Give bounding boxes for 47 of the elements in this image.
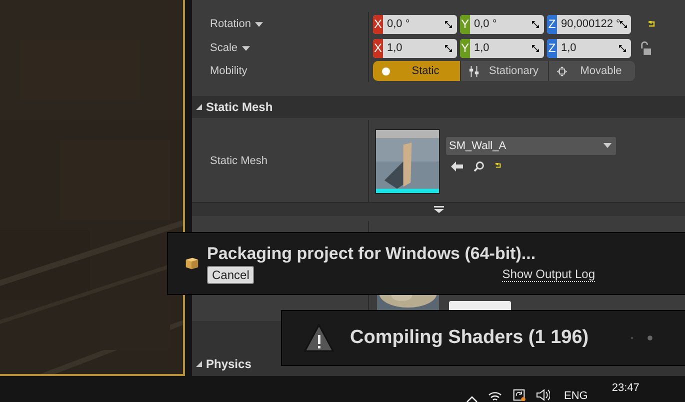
notification-title: Compiling Shaders (1 196) <box>350 327 589 349</box>
property-label: Mobility <box>210 65 248 77</box>
warning-icon <box>304 324 334 352</box>
move-icon <box>557 66 567 76</box>
resize-icon <box>619 44 626 52</box>
notification-title: Packaging project for Windows (64-bit)... <box>207 244 537 264</box>
resize-icon <box>445 44 452 52</box>
property-label: Static Mesh <box>210 155 268 167</box>
sync-icon[interactable] <box>512 389 526 401</box>
property-label[interactable]: Rotation <box>210 18 251 30</box>
resize-icon <box>620 20 628 28</box>
language-indicator[interactable]: ENG <box>564 390 588 402</box>
caret-icon <box>603 143 612 148</box>
expand-arrow-icon[interactable] <box>434 206 444 213</box>
collapse-icon[interactable] <box>196 361 202 367</box>
arrow-left-icon[interactable] <box>451 160 463 172</box>
section-title[interactable]: Static Mesh <box>206 100 273 114</box>
number-field[interactable]: X 1,0 <box>373 38 457 58</box>
reset-icon[interactable] <box>495 163 502 169</box>
cancel-button[interactable]: Cancel <box>207 266 254 284</box>
number-field[interactable]: Z 90,000122 ° <box>547 14 631 34</box>
lock-icon[interactable] <box>640 40 651 56</box>
number-field[interactable]: X 0,0 ° <box>373 14 457 34</box>
clock[interactable]: 23:47 <box>612 382 640 394</box>
box-icon <box>184 256 199 271</box>
throbber-icon <box>628 335 653 341</box>
number-field[interactable]: Z 1,0 <box>547 38 631 58</box>
slider-icon <box>469 66 479 76</box>
output-log-link[interactable]: Show Output Log <box>502 267 595 282</box>
reset-icon[interactable] <box>648 20 656 28</box>
collapse-icon[interactable] <box>196 104 202 110</box>
resize-icon <box>532 44 539 52</box>
chevron-up-icon[interactable] <box>466 396 478 402</box>
number-field[interactable]: Y 0,0 ° <box>460 14 544 34</box>
circle-icon <box>381 66 391 76</box>
speaker-icon[interactable] <box>536 389 550 401</box>
wifi-icon[interactable] <box>488 389 502 401</box>
resize-icon <box>445 20 452 28</box>
mobility-option[interactable]: Static <box>373 61 461 81</box>
search-icon[interactable] <box>473 160 485 172</box>
asset-dropdown[interactable]: SM_Wall_A <box>446 136 616 154</box>
resize-icon <box>532 20 539 28</box>
number-field[interactable]: Y 1,0 <box>460 38 544 58</box>
section-title[interactable]: Physics <box>206 357 252 371</box>
property-label[interactable]: Scale <box>210 42 238 54</box>
caret-icon[interactable] <box>242 46 250 50</box>
caret-icon[interactable] <box>254 22 263 26</box>
